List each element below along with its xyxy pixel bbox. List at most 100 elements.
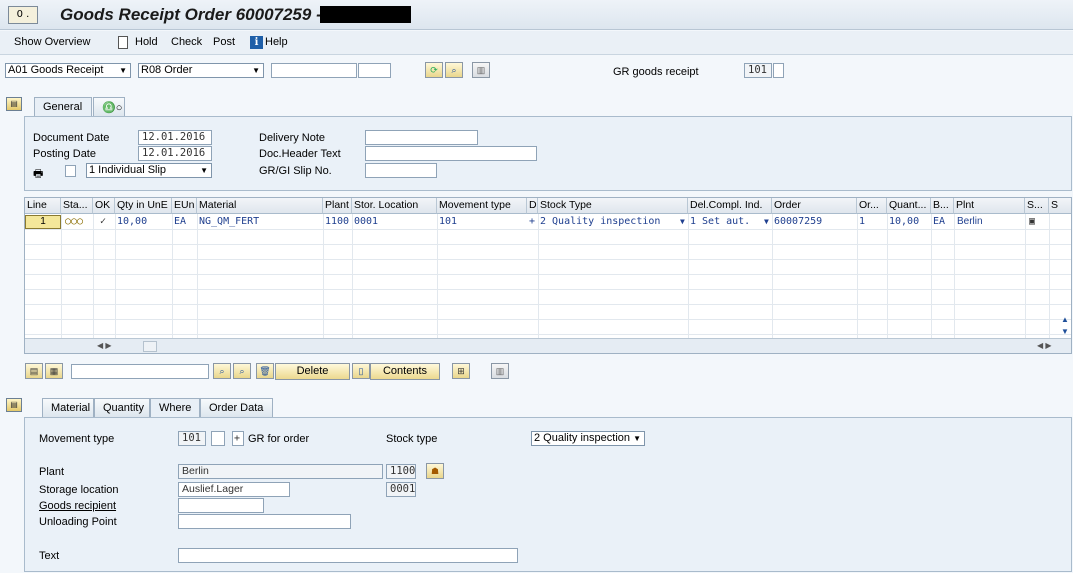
tab-general[interactable]: General: [34, 97, 92, 116]
row-stock-type[interactable]: 2 Quality inspection: [538, 215, 678, 229]
row-b[interactable]: EA: [931, 215, 954, 229]
help-button[interactable]: Help: [265, 36, 288, 48]
scroll-left-icon[interactable]: ◀ ▶: [97, 341, 112, 350]
binoculars-icon[interactable]: ⌕: [445, 62, 463, 78]
row-quant[interactable]: 10,00: [887, 215, 931, 229]
execute-icon[interactable]: ⟳: [425, 62, 443, 78]
order-number-input[interactable]: [271, 63, 357, 78]
document-date-field[interactable]: 12.01.2016: [138, 130, 212, 145]
deselect-all-icon[interactable]: ▦: [45, 363, 63, 379]
column-header-eun[interactable]: EUn: [172, 198, 197, 214]
list-icon[interactable]: ▥: [472, 62, 490, 78]
transaction-select[interactable]: A01 Goods Receipt ▼: [5, 63, 131, 78]
column-header-s1[interactable]: S...: [1025, 198, 1049, 214]
layout-icon[interactable]: ▥: [491, 363, 509, 379]
column-header-status[interactable]: Sta...: [61, 198, 93, 214]
post-button[interactable]: Post: [213, 36, 235, 48]
column-header-movement-type[interactable]: Movement type: [437, 198, 527, 214]
chevron-down-icon[interactable]: ▼: [678, 215, 688, 229]
column-header-s2[interactable]: S: [1049, 198, 1071, 214]
column-header-stor-location[interactable]: Stor. Location: [352, 198, 437, 214]
gr-gi-slip-input[interactable]: [365, 163, 437, 178]
plant-code-field[interactable]: 1100: [386, 464, 416, 479]
column-header-stock-type[interactable]: Stock Type: [538, 198, 688, 214]
stock-type-select[interactable]: 2 Quality inspection ▼: [531, 431, 645, 446]
row-plant[interactable]: 1100: [323, 215, 352, 229]
scroll-down-icon[interactable]: ▼: [1061, 327, 1069, 336]
tab-material[interactable]: Material: [42, 398, 94, 417]
gr-extra-field[interactable]: [773, 63, 784, 78]
collapse-item-detail-icon[interactable]: ▤: [6, 398, 22, 412]
gr-movement-field[interactable]: 101: [744, 63, 772, 78]
row-plnt[interactable]: Berlin: [954, 215, 1025, 229]
row-eun[interactable]: EA: [172, 215, 197, 229]
column-header-material[interactable]: Material: [197, 198, 323, 214]
column-header-del-compl[interactable]: Del.Compl. Ind.: [688, 198, 772, 214]
posting-date-field[interactable]: 12.01.2016: [138, 146, 212, 161]
column-header-qty[interactable]: Qty in UnE: [115, 198, 172, 214]
show-overview-button[interactable]: Show Overview: [14, 36, 90, 48]
column-header-ok[interactable]: OK: [93, 198, 115, 214]
movement-plus-field[interactable]: +: [232, 431, 244, 446]
expand-grid-icon[interactable]: ⊞: [452, 363, 470, 379]
row-stor-location[interactable]: 0001: [352, 215, 437, 229]
contents-icon[interactable]: ▯: [352, 363, 370, 379]
scroll-up-icon[interactable]: ▲: [1061, 315, 1069, 324]
tab-where[interactable]: Where: [150, 398, 200, 417]
row-qty[interactable]: 10,00: [115, 215, 172, 229]
order-item-input[interactable]: [358, 63, 391, 78]
column-header-or[interactable]: Or...: [857, 198, 887, 214]
row-movement-type[interactable]: 101: [437, 215, 527, 229]
tab-quantity[interactable]: Quantity: [94, 398, 150, 417]
column-header-plant[interactable]: Plant: [323, 198, 352, 214]
grid-search-input[interactable]: [71, 364, 209, 379]
storage-location-field[interactable]: Auslief.Lager: [178, 482, 290, 497]
reference-select[interactable]: R08 Order ▼: [138, 63, 264, 78]
storage-location-code-field[interactable]: 0001: [386, 482, 416, 497]
info-icon[interactable]: i: [250, 36, 263, 49]
contents-button[interactable]: Contents: [370, 363, 440, 380]
column-header-d[interactable]: D: [527, 198, 538, 214]
column-header-b[interactable]: B...: [931, 198, 954, 214]
tab-order-data[interactable]: Order Data: [200, 398, 273, 417]
goods-recipient-input[interactable]: [178, 498, 264, 513]
row-ok-checkbox[interactable]: ✓: [98, 215, 112, 229]
column-header-quant[interactable]: Quant...: [887, 198, 931, 214]
text-input[interactable]: [178, 548, 518, 563]
grid-horizontal-scrollbar[interactable]: ◀ ▶ ◀ ▶: [25, 338, 1071, 353]
row-del-compl[interactable]: 1 Set aut.: [688, 215, 762, 229]
check-button[interactable]: Check: [171, 36, 202, 48]
collapse-header-icon[interactable]: ▤: [6, 97, 22, 111]
row-order[interactable]: 60007259: [772, 215, 857, 229]
column-header-plnt[interactable]: Plnt: [954, 198, 1025, 214]
chevron-down-icon[interactable]: ▼: [762, 215, 772, 229]
row-line-button[interactable]: 1: [25, 215, 61, 229]
movement-extra-field[interactable]: [211, 431, 225, 446]
movement-type-field[interactable]: 101: [178, 431, 206, 446]
slip-select[interactable]: 1 Individual Slip ▼: [86, 163, 212, 178]
row-or[interactable]: 1: [857, 215, 887, 229]
select-all-icon[interactable]: ▤: [25, 363, 43, 379]
doc-header-text-input[interactable]: [365, 146, 537, 161]
column-header-line[interactable]: Line: [25, 198, 61, 214]
transaction-icon[interactable]: 0 .: [8, 6, 38, 24]
row-status-icon[interactable]: ○○○: [63, 215, 93, 229]
delivery-note-input[interactable]: [365, 130, 478, 145]
row-material[interactable]: NG_QM_FERT: [197, 215, 323, 229]
row-d[interactable]: +: [527, 215, 538, 229]
plant-address-icon[interactable]: ☗: [426, 463, 444, 479]
scroll-right-icon[interactable]: ◀ ▶: [1037, 341, 1052, 350]
unloading-point-input[interactable]: [178, 514, 351, 529]
tab-partner[interactable]: ♎○: [93, 97, 125, 116]
delete-button[interactable]: Delete: [275, 363, 350, 380]
row-detail-icon[interactable]: ▣: [1027, 215, 1041, 229]
scroll-thumb[interactable]: [143, 341, 157, 352]
trash-icon[interactable]: 🗑: [256, 363, 274, 379]
plant-name-field[interactable]: Berlin: [178, 464, 383, 479]
hold-button[interactable]: Hold: [135, 36, 158, 48]
print-checkbox[interactable]: [65, 165, 76, 177]
new-document-icon[interactable]: [118, 36, 128, 49]
printer-icon[interactable]: 🖶: [33, 165, 43, 184]
column-header-order[interactable]: Order: [772, 198, 857, 214]
find-next-icon[interactable]: ⌕: [233, 363, 251, 379]
